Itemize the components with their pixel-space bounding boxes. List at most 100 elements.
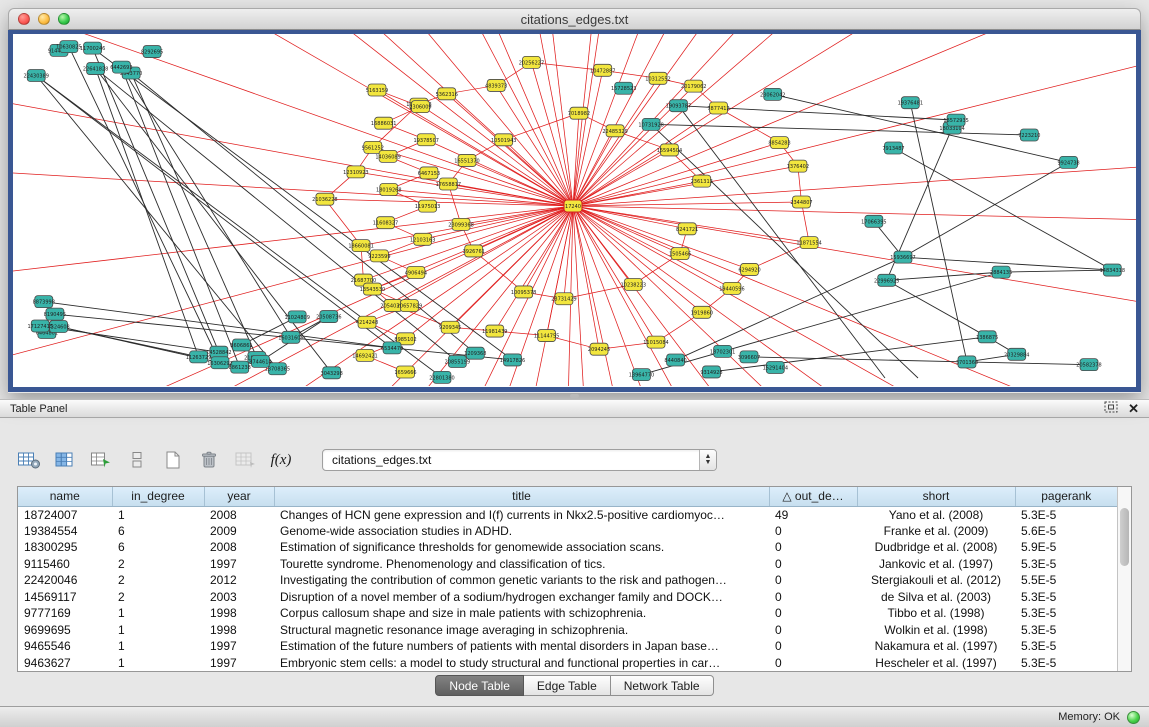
- cell-year[interactable]: 2009: [204, 523, 274, 540]
- graph-node[interactable]: 17127415: [27, 320, 52, 332]
- cell-out_degree[interactable]: 0: [769, 556, 857, 573]
- graph-node[interactable]: 14036089: [375, 150, 400, 162]
- column-header-year[interactable]: year: [204, 487, 274, 506]
- cell-year[interactable]: 1998: [204, 622, 274, 639]
- graph-node[interactable]: 21036228: [312, 193, 337, 205]
- graph-node[interactable]: 6467153: [418, 167, 440, 179]
- graph-node[interactable]: 9223599: [368, 250, 390, 262]
- cell-title[interactable]: Investigating the contribution of common…: [274, 572, 769, 589]
- cell-pagerank[interactable]: 5.3E-5: [1015, 605, 1117, 622]
- cell-name[interactable]: 19384554: [18, 523, 112, 540]
- graph-node[interactable]: 10630825: [56, 41, 81, 53]
- graph-node[interactable]: 11700246: [80, 42, 105, 54]
- row-height-button[interactable]: [124, 448, 150, 472]
- graph-node[interactable]: 20508736: [316, 311, 341, 323]
- graph-node[interactable]: 4839373: [485, 79, 507, 91]
- table-selector[interactable]: citations_edges.txt ▲▼: [322, 449, 717, 471]
- cell-out_degree[interactable]: 0: [769, 605, 857, 622]
- graph-node[interactable]: 19093787: [666, 100, 691, 112]
- column-header-in-degree[interactable]: in_degree: [112, 487, 204, 506]
- cell-short[interactable]: Yano et al. (2008): [857, 506, 1015, 523]
- cell-name[interactable]: 9465546: [18, 638, 112, 655]
- cell-in_degree[interactable]: 1: [112, 622, 204, 639]
- cell-in_degree[interactable]: 2: [112, 556, 204, 573]
- table-row[interactable]: 946362711997Embryonic stem cells: a mode…: [18, 655, 1117, 672]
- graph-node[interactable]: 10731928: [638, 118, 663, 130]
- table-row[interactable]: 969969511998Structural magnetic resonanc…: [18, 622, 1117, 639]
- graph-node[interactable]: 10472887: [590, 64, 615, 76]
- cell-year[interactable]: 2003: [204, 589, 274, 606]
- cell-pagerank[interactable]: 5.3E-5: [1015, 655, 1117, 672]
- graph-node[interactable]: 6442693: [110, 61, 132, 73]
- cell-short[interactable]: Hescheler et al. (1997): [857, 655, 1015, 672]
- graph-node[interactable]: 10095378: [511, 286, 536, 298]
- graph-node[interactable]: 1376402: [787, 160, 809, 172]
- cell-name[interactable]: 9777169: [18, 605, 112, 622]
- cell-short[interactable]: Stergiakouli et al. (2012): [857, 572, 1015, 589]
- cell-in_degree[interactable]: 1: [112, 605, 204, 622]
- table-row[interactable]: 1456911722003Disruption of a novel membe…: [18, 589, 1117, 606]
- graph-node[interactable]: 2361313: [691, 175, 713, 187]
- cell-year[interactable]: 1998: [204, 605, 274, 622]
- cell-title[interactable]: Disruption of a novel member of a sodium…: [274, 589, 769, 606]
- function-builder-button[interactable]: f(x): [268, 448, 294, 472]
- graph-node[interactable]: 15936697: [890, 251, 915, 263]
- graph-node[interactable]: 9314928: [700, 366, 722, 378]
- cell-title[interactable]: Embryonic stem cells: a model to study s…: [274, 655, 769, 672]
- tab-edge-table[interactable]: Edge Table: [524, 675, 611, 696]
- cell-year[interactable]: 2008: [204, 506, 274, 523]
- graph-node[interactable]: 19440596: [719, 282, 744, 294]
- graph-node[interactable]: 8606861: [230, 339, 252, 351]
- graph-node[interactable]: 19376481: [898, 97, 923, 109]
- graph-node[interactable]: 20179062: [681, 80, 706, 92]
- cell-in_degree[interactable]: 1: [112, 655, 204, 672]
- cell-name[interactable]: 22420046: [18, 572, 112, 589]
- graph-node[interactable]: 17066395: [861, 215, 886, 227]
- cell-short[interactable]: de Silva et al. (2003): [857, 589, 1015, 606]
- graph-node[interactable]: 11015084: [643, 336, 668, 348]
- cell-in_degree[interactable]: 6: [112, 539, 204, 556]
- cell-short[interactable]: Franke et al. (2009): [857, 523, 1015, 540]
- graph-node[interactable]: 9209345: [439, 321, 461, 333]
- graph-node[interactable]: 16886031: [371, 117, 396, 129]
- graph-node[interactable]: 1919860: [691, 306, 713, 318]
- table-row[interactable]: 1872400712008Changes of HCN gene express…: [18, 506, 1117, 523]
- cell-name[interactable]: 9115460: [18, 556, 112, 573]
- cell-pagerank[interactable]: 5.3E-5: [1015, 638, 1117, 655]
- cell-out_degree[interactable]: 0: [769, 655, 857, 672]
- close-button[interactable]: [18, 13, 30, 25]
- cell-short[interactable]: Jankovic et al. (1997): [857, 556, 1015, 573]
- graph-node[interactable]: 3096607: [738, 351, 760, 363]
- table-row[interactable]: 1938455462009Genome-wide association stu…: [18, 523, 1117, 540]
- graph-node[interactable]: 3043298: [321, 367, 343, 379]
- cell-title[interactable]: Changes of HCN gene expression and I(f) …: [274, 506, 769, 523]
- table-row[interactable]: 2242004622012Investigating the contribut…: [18, 572, 1117, 589]
- cell-title[interactable]: Estimation of significance thresholds fo…: [274, 539, 769, 556]
- graph-node[interactable]: 8873998: [33, 296, 55, 308]
- cell-year[interactable]: 1997: [204, 638, 274, 655]
- graph-node[interactable]: 4906494: [405, 266, 427, 278]
- table-row[interactable]: 1830029562008Estimation of significance …: [18, 539, 1117, 556]
- graph-node[interactable]: 6534470: [381, 342, 403, 354]
- cell-short[interactable]: Dudbridge et al. (2008): [857, 539, 1015, 556]
- cell-out_degree[interactable]: 49: [769, 506, 857, 523]
- cell-out_degree[interactable]: 0: [769, 572, 857, 589]
- graph-node[interactable]: 11144755: [534, 330, 559, 342]
- graph-node[interactable]: 23062042: [760, 88, 785, 100]
- minimize-button[interactable]: [38, 13, 50, 25]
- graph-node[interactable]: 7913487: [882, 142, 904, 154]
- tab-network-table[interactable]: Network Table: [611, 675, 714, 696]
- graph-node[interactable]: 23099368: [448, 218, 473, 230]
- graph-node[interactable]: 23731429: [551, 293, 576, 305]
- cell-in_degree[interactable]: 6: [112, 523, 204, 540]
- graph-node[interactable]: 22485329: [602, 125, 627, 137]
- graph-node[interactable]: 8292695: [141, 46, 163, 58]
- graph-node[interactable]: 17240: [564, 200, 582, 212]
- cell-out_degree[interactable]: 0: [769, 589, 857, 606]
- cell-name[interactable]: 18724007: [18, 506, 112, 523]
- float-panel-icon[interactable]: [1104, 400, 1118, 418]
- table-settings-button[interactable]: [16, 448, 42, 472]
- graph-node[interactable]: 4214248: [356, 316, 378, 328]
- cell-pagerank[interactable]: 5.5E-5: [1015, 572, 1117, 589]
- select-columns-button[interactable]: [52, 448, 78, 472]
